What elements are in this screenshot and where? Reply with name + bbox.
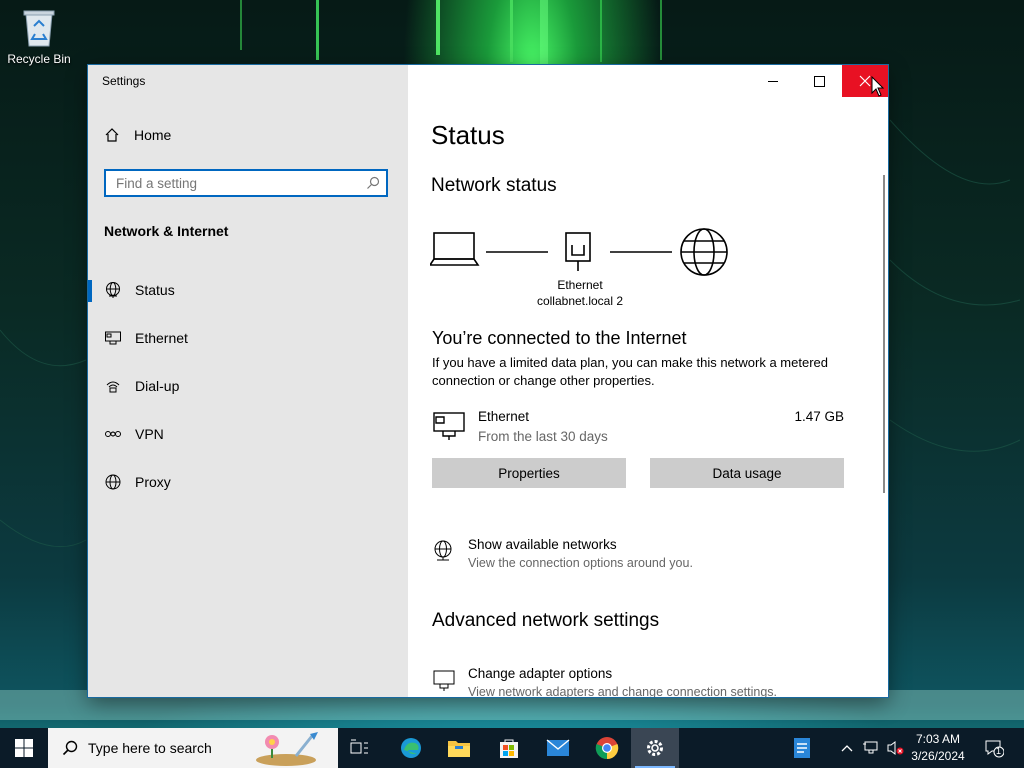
ethernet-usage-row: Ethernet From the last 30 days 1.47 GB [432,409,844,449]
store-button[interactable] [485,728,533,768]
data-usage-button[interactable]: Data usage [650,458,844,488]
notification-count-badge: 1 [996,746,1002,756]
settings-button[interactable] [631,728,679,768]
notepad-button[interactable] [778,728,826,768]
task-view-icon [350,739,368,754]
clock-time: 7:03 AM [915,732,961,746]
show-networks-title: Show available networks [468,537,617,552]
action-center-button[interactable]: 1 [980,728,1008,768]
properties-button[interactable]: Properties [432,458,626,488]
ethernet-port-icon [565,232,591,271]
mouse-cursor-icon [871,76,885,97]
settings-icon [647,740,663,756]
edge-button[interactable] [387,728,435,768]
chrome-icon [595,737,619,760]
volume-muted-icon [887,741,904,755]
home-label: Home [134,127,172,143]
show-hidden-icons-button[interactable] [838,728,856,768]
windows-logo-icon [15,739,33,757]
task-view-button[interactable] [336,728,384,768]
adapter-monitor-icon [433,670,455,691]
home-nav[interactable]: Home [104,127,171,143]
network-tray-icon [863,741,878,754]
search-highlight-illustration-icon [256,732,318,766]
adapter-options-title: Change adapter options [468,666,613,681]
ethernet-usage: 1.47 GB [794,409,844,424]
sidebar-item-dialup[interactable]: Dial-up [88,366,408,406]
ethernet-icon [105,331,121,345]
ethernet-name: Ethernet [478,409,530,424]
adapter-options-subtitle: View network adapters and change connect… [468,685,777,697]
window-title: Settings [102,74,146,88]
connected-description: If you have a limited data plan, you can… [432,355,828,388]
settings-window: Settings Home Find a setting Network & I… [88,65,888,697]
mail-button[interactable] [534,728,582,768]
recycle-bin-label: Recycle Bin [7,52,71,66]
network-status-heading: Network status [431,175,557,196]
sidebar-item-label: VPN [135,426,164,442]
show-networks-subtitle: View the connection options around you. [468,556,693,570]
diagram-network-label: collabnet.local 2 [536,294,624,308]
sidebar-item-label: Ethernet [135,330,188,346]
ethernet-subtitle: From the last 30 days [478,429,608,444]
volume-tray-button[interactable] [884,728,906,768]
mail-icon [546,739,570,756]
sidebar: Settings Home Find a setting Network & I… [88,65,408,697]
taskbar-search-box[interactable]: Type here to search [48,728,338,768]
internet-globe-icon [680,228,728,276]
ethernet-adapter-icon [433,412,465,440]
sidebar-item-label: Status [135,282,175,298]
chrome-button[interactable] [583,728,631,768]
dialup-icon [106,381,120,393]
search-icon [367,176,380,189]
store-icon [500,739,518,758]
search-icon [62,740,78,756]
file-explorer-icon [448,741,470,757]
sidebar-item-label: Proxy [135,474,171,490]
taskbar: Type here to search 7:03 AM 3/26/2024 1 [0,728,1024,768]
content-scrollbar[interactable] [883,175,885,493]
taskbar-search-placeholder: Type here to search [88,740,212,756]
main-content: Status Network status Ethernet collabnet… [408,65,888,697]
network-tray-button[interactable] [860,728,882,768]
advanced-heading: Advanced network settings [432,610,660,631]
file-explorer-button[interactable] [435,728,483,768]
recycle-bin-icon [22,8,56,48]
section-title: Network & Internet [104,223,229,239]
start-button[interactable] [0,728,48,768]
connected-heading: You’re connected to the Internet [432,328,687,348]
vpn-icon [105,431,121,437]
diagram-adapter-label: Ethernet [557,278,603,292]
home-icon [105,128,119,142]
show-available-networks-link[interactable]: Show available networks View the connect… [432,537,852,577]
notepad-icon [794,738,810,758]
page-title: Status [431,120,505,150]
search-placeholder: Find a setting [116,176,198,191]
globe-icon [105,474,121,490]
globe-network-icon [434,540,452,561]
sidebar-item-proxy[interactable]: Proxy [88,462,408,502]
change-adapter-options-link[interactable]: Change adapter options View network adap… [432,666,852,697]
globe-status-icon [106,282,120,298]
edge-icon [401,738,421,758]
sidebar-item-ethernet[interactable]: Ethernet [88,318,408,358]
settings-search-input[interactable]: Find a setting [104,169,388,197]
chevron-up-icon [841,745,853,752]
recycle-bin[interactable]: Recycle Bin [6,8,72,66]
laptop-icon [430,232,480,266]
taskbar-clock[interactable]: 7:03 AM 3/26/2024 [904,731,972,765]
sidebar-item-vpn[interactable]: VPN [88,414,408,454]
sidebar-item-label: Dial-up [135,378,180,394]
sidebar-item-status[interactable]: Status [88,270,408,310]
clock-date: 3/26/2024 [911,749,965,763]
